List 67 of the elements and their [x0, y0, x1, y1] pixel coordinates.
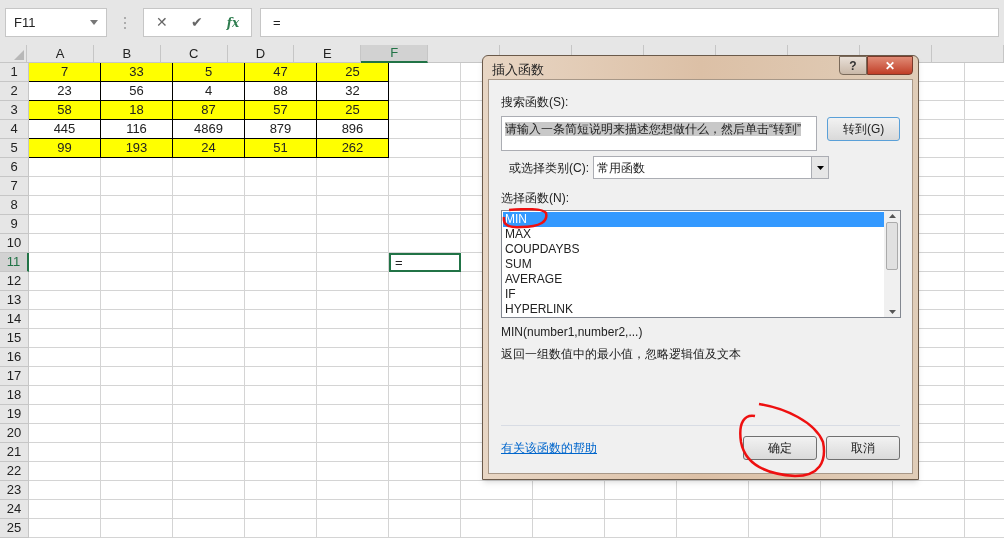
row-header[interactable]: 11	[0, 253, 29, 272]
row-header[interactable]: 1	[0, 63, 29, 82]
help-button[interactable]: ?	[839, 56, 867, 75]
row-header[interactable]: 18	[0, 386, 29, 405]
row-header[interactable]: 4	[0, 120, 29, 139]
scroll-thumb[interactable]	[886, 222, 898, 270]
cancel-button[interactable]: ✕	[155, 12, 168, 33]
row-header[interactable]: 3	[0, 101, 29, 120]
row-header[interactable]: 16	[0, 348, 29, 367]
row-header[interactable]: 24	[0, 500, 29, 519]
cancel-button[interactable]: 取消	[826, 435, 900, 460]
row-header[interactable]: 9	[0, 215, 29, 234]
table-cell: 262	[317, 139, 389, 158]
table-cell: 51	[245, 139, 317, 158]
go-button[interactable]: 转到(G)	[827, 117, 900, 141]
row-header[interactable]: 20	[0, 424, 29, 443]
function-item[interactable]: AVERAGE	[503, 272, 884, 287]
row-header[interactable]: 25	[0, 519, 29, 538]
row-header[interactable]: 2	[0, 82, 29, 101]
function-list[interactable]: MIN MAX COUPDAYBS SUM AVERAGE IF HYPERLINK	[501, 210, 901, 318]
name-box[interactable]: F11	[5, 8, 107, 37]
row-header[interactable]: 8	[0, 196, 29, 215]
row-header[interactable]: 19	[0, 405, 29, 424]
row-header[interactable]: 7	[0, 177, 29, 196]
row-header[interactable]: 13	[0, 291, 29, 310]
row-header[interactable]: 5	[0, 139, 29, 158]
column-header[interactable]: F	[361, 45, 428, 63]
dropdown-icon	[816, 165, 824, 170]
formula-field[interactable]: =	[260, 8, 999, 37]
function-item[interactable]: COUPDAYBS	[503, 242, 884, 257]
function-syntax: MIN(number1,number2,...)	[501, 324, 644, 341]
grip-icon	[123, 15, 127, 30]
function-description: 返回一组数值中的最小值，忽略逻辑值及文本	[501, 346, 742, 363]
row-header[interactable]: 10	[0, 234, 29, 253]
row-header[interactable]: 12	[0, 272, 29, 291]
row-header[interactable]: 23	[0, 481, 29, 500]
dialog-title: 插入函数	[491, 60, 544, 79]
search-label: 搜索函数(S):	[501, 94, 570, 111]
row-header[interactable]: 6	[0, 158, 29, 177]
function-item[interactable]: MAX	[503, 227, 884, 242]
search-field[interactable]: 请输入一条简短说明来描述您想做什么，然后单击“转到”	[501, 116, 818, 151]
function-list-label: 选择函数(N):	[501, 190, 569, 207]
table-cell: 99	[29, 139, 101, 158]
annotation-mark	[501, 208, 549, 230]
help-link[interactable]: 有关该函数的帮助	[501, 438, 597, 457]
function-item[interactable]: IF	[503, 287, 884, 302]
dropdown-icon[interactable]	[90, 20, 98, 25]
scroll-up-icon[interactable]	[888, 214, 896, 218]
scrollbar[interactable]	[884, 211, 900, 317]
enter-button[interactable]: ✔	[191, 12, 204, 33]
function-item[interactable]: SUM	[503, 257, 884, 272]
close-button[interactable]: ✕	[867, 56, 913, 75]
category-label: 或选择类别(C):	[509, 159, 590, 177]
category-dropdown[interactable]: 常用函数	[593, 156, 829, 179]
table-cell: 193	[101, 139, 173, 158]
row-header[interactable]: 21	[0, 443, 29, 462]
table-cell: 24	[173, 139, 245, 158]
ok-button[interactable]: 确定	[743, 435, 817, 460]
active-cell[interactable]: =	[389, 253, 461, 272]
cell-reference: F11	[14, 13, 36, 32]
function-item[interactable]: HYPERLINK	[503, 302, 884, 317]
row-header[interactable]: 14	[0, 310, 29, 329]
row-header[interactable]: 22	[0, 462, 29, 481]
row-header[interactable]: 17	[0, 367, 29, 386]
scroll-down-icon[interactable]	[888, 310, 896, 314]
insert-function-button[interactable]: fx	[226, 13, 240, 32]
row-header[interactable]: 15	[0, 329, 29, 348]
